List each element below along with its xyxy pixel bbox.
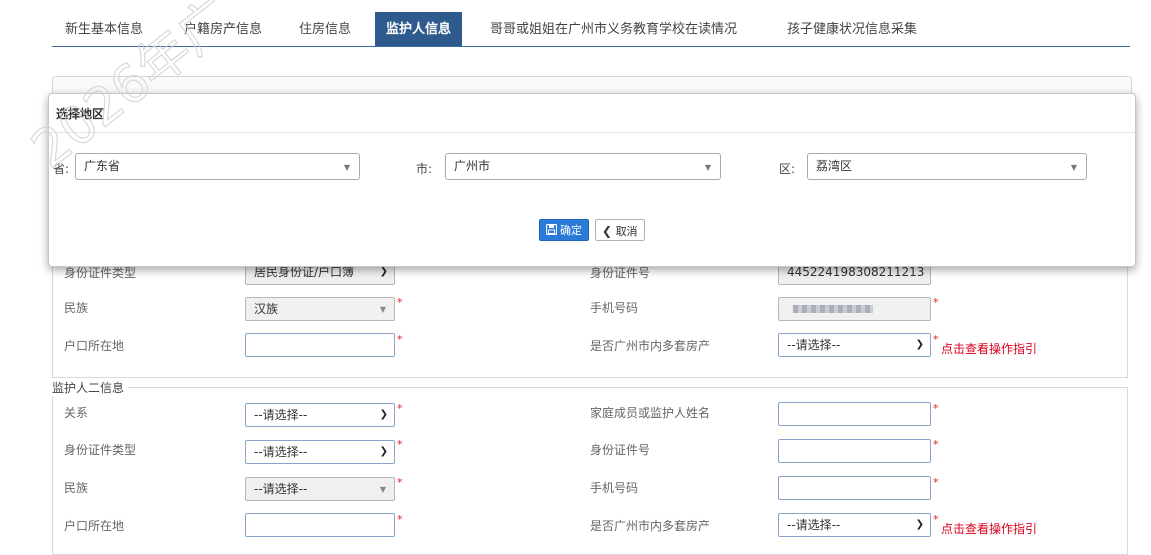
tab-bar: 新生基本信息 户籍房产信息 住房信息 监护人信息 哥哥或姐姐在广州市义务教育学校… (52, 0, 1130, 47)
tab-newborn-info[interactable]: 新生基本信息 (65, 12, 143, 46)
guardian1-phone-label: 手机号码 (590, 301, 639, 315)
guardian1-guide-link[interactable]: 点击查看操作指引 (941, 340, 1037, 357)
save-icon (545, 223, 558, 236)
chevron-down-icon: ❯ (379, 446, 388, 457)
required-mark: * (397, 476, 403, 489)
caret-down-icon: ▼ (343, 163, 350, 172)
guardian1-multi-house-label: 是否广州市内多套房产 (590, 339, 711, 353)
tab-siblings-school[interactable]: 哥哥或姐姐在广州市义务教育学校在读情况 (490, 12, 737, 46)
required-mark: * (933, 333, 939, 346)
confirm-button[interactable]: 确定 (539, 219, 589, 241)
guardian2-name-input[interactable] (778, 402, 931, 426)
chevron-down-icon: ❯ (915, 519, 924, 530)
province-select[interactable]: 广东省 ▼ (75, 153, 360, 180)
guardian1-hukou-label: 户口所在地 (64, 339, 125, 353)
guardian2-hukou-label: 户口所在地 (64, 519, 125, 533)
tab-guardian-info[interactable]: 监护人信息 (375, 12, 463, 46)
guardian1-hukou-input[interactable] (245, 333, 395, 357)
province-label: 省: (53, 162, 70, 176)
required-mark: * (933, 402, 939, 415)
chevron-left-icon: ❮ (602, 224, 613, 238)
required-mark: * (397, 402, 403, 415)
required-mark: * (933, 513, 939, 526)
guardian2-id-number-input[interactable] (778, 439, 931, 463)
guardian2-multi-house-label: 是否广州市内多套房产 (590, 519, 711, 533)
select-region-modal: 选择地区 省: 广东省 ▼ 市: 广州市 ▼ 区: 荔湾区 ▼ 确定 ❮ 取消 (48, 93, 1136, 267)
guardian2-guide-link[interactable]: 点击查看操作指引 (941, 520, 1037, 537)
cancel-button[interactable]: ❮ 取消 (595, 219, 645, 241)
guardian2-name-label: 家庭成员或监护人姓名 (590, 406, 711, 420)
required-mark: * (397, 333, 403, 346)
guardian2-relation-select[interactable]: --请选择-- ❯ (245, 403, 395, 427)
guardian2-phone-input[interactable] (778, 476, 931, 500)
chevron-down-icon: ❯ (379, 409, 388, 420)
caret-down-icon: ▼ (1070, 163, 1077, 172)
guardian2-relation-label: 关系 (64, 406, 89, 420)
required-mark: * (397, 296, 403, 309)
masked-phone (793, 305, 873, 313)
chevron-down-icon: ❯ (915, 339, 924, 350)
required-mark: * (397, 438, 403, 451)
modal-title: 选择地区 (56, 107, 105, 121)
required-mark: * (933, 296, 939, 309)
required-mark: * (933, 438, 939, 451)
required-mark: * (397, 513, 403, 526)
guardian2-id-type-select[interactable]: --请选择-- ❯ (245, 440, 395, 464)
city-select[interactable]: 广州市 ▼ (445, 153, 721, 180)
caret-down-icon: ▼ (379, 485, 386, 494)
guardian1-multi-house-select[interactable]: --请选择-- ❯ (778, 333, 931, 357)
modal-header: 选择地区 (49, 94, 1135, 133)
caret-down-icon: ▼ (379, 305, 386, 314)
guardian2-ethnicity-select[interactable]: --请选择-- ▼ (245, 477, 395, 501)
guardian1-phone-input[interactable] (778, 297, 931, 321)
district-select[interactable]: 荔湾区 ▼ (807, 153, 1087, 180)
tab-housing-info[interactable]: 住房信息 (299, 12, 351, 46)
city-label: 市: (416, 162, 433, 176)
district-label: 区: (779, 162, 796, 176)
tab-household-property[interactable]: 户籍房产信息 (184, 12, 262, 46)
guardian2-id-type-label: 身份证件类型 (64, 443, 137, 457)
required-mark: * (933, 476, 939, 489)
tab-child-health[interactable]: 孩子健康状况信息采集 (787, 12, 917, 46)
guardian1-ethnicity-select[interactable]: 汉族 ▼ (245, 297, 395, 321)
guardian2-ethnicity-label: 民族 (64, 481, 89, 495)
guardian2-multi-house-select[interactable]: --请选择-- ❯ (778, 513, 931, 537)
guardian2-hukou-input[interactable] (245, 513, 395, 537)
guardian2-phone-label: 手机号码 (590, 481, 639, 495)
guardian1-ethnicity-label: 民族 (64, 301, 89, 315)
guardian2-id-number-label: 身份证件号 (590, 443, 651, 457)
caret-down-icon: ▼ (704, 163, 711, 172)
guardian2-section-title: 监护人二信息 (52, 379, 129, 396)
